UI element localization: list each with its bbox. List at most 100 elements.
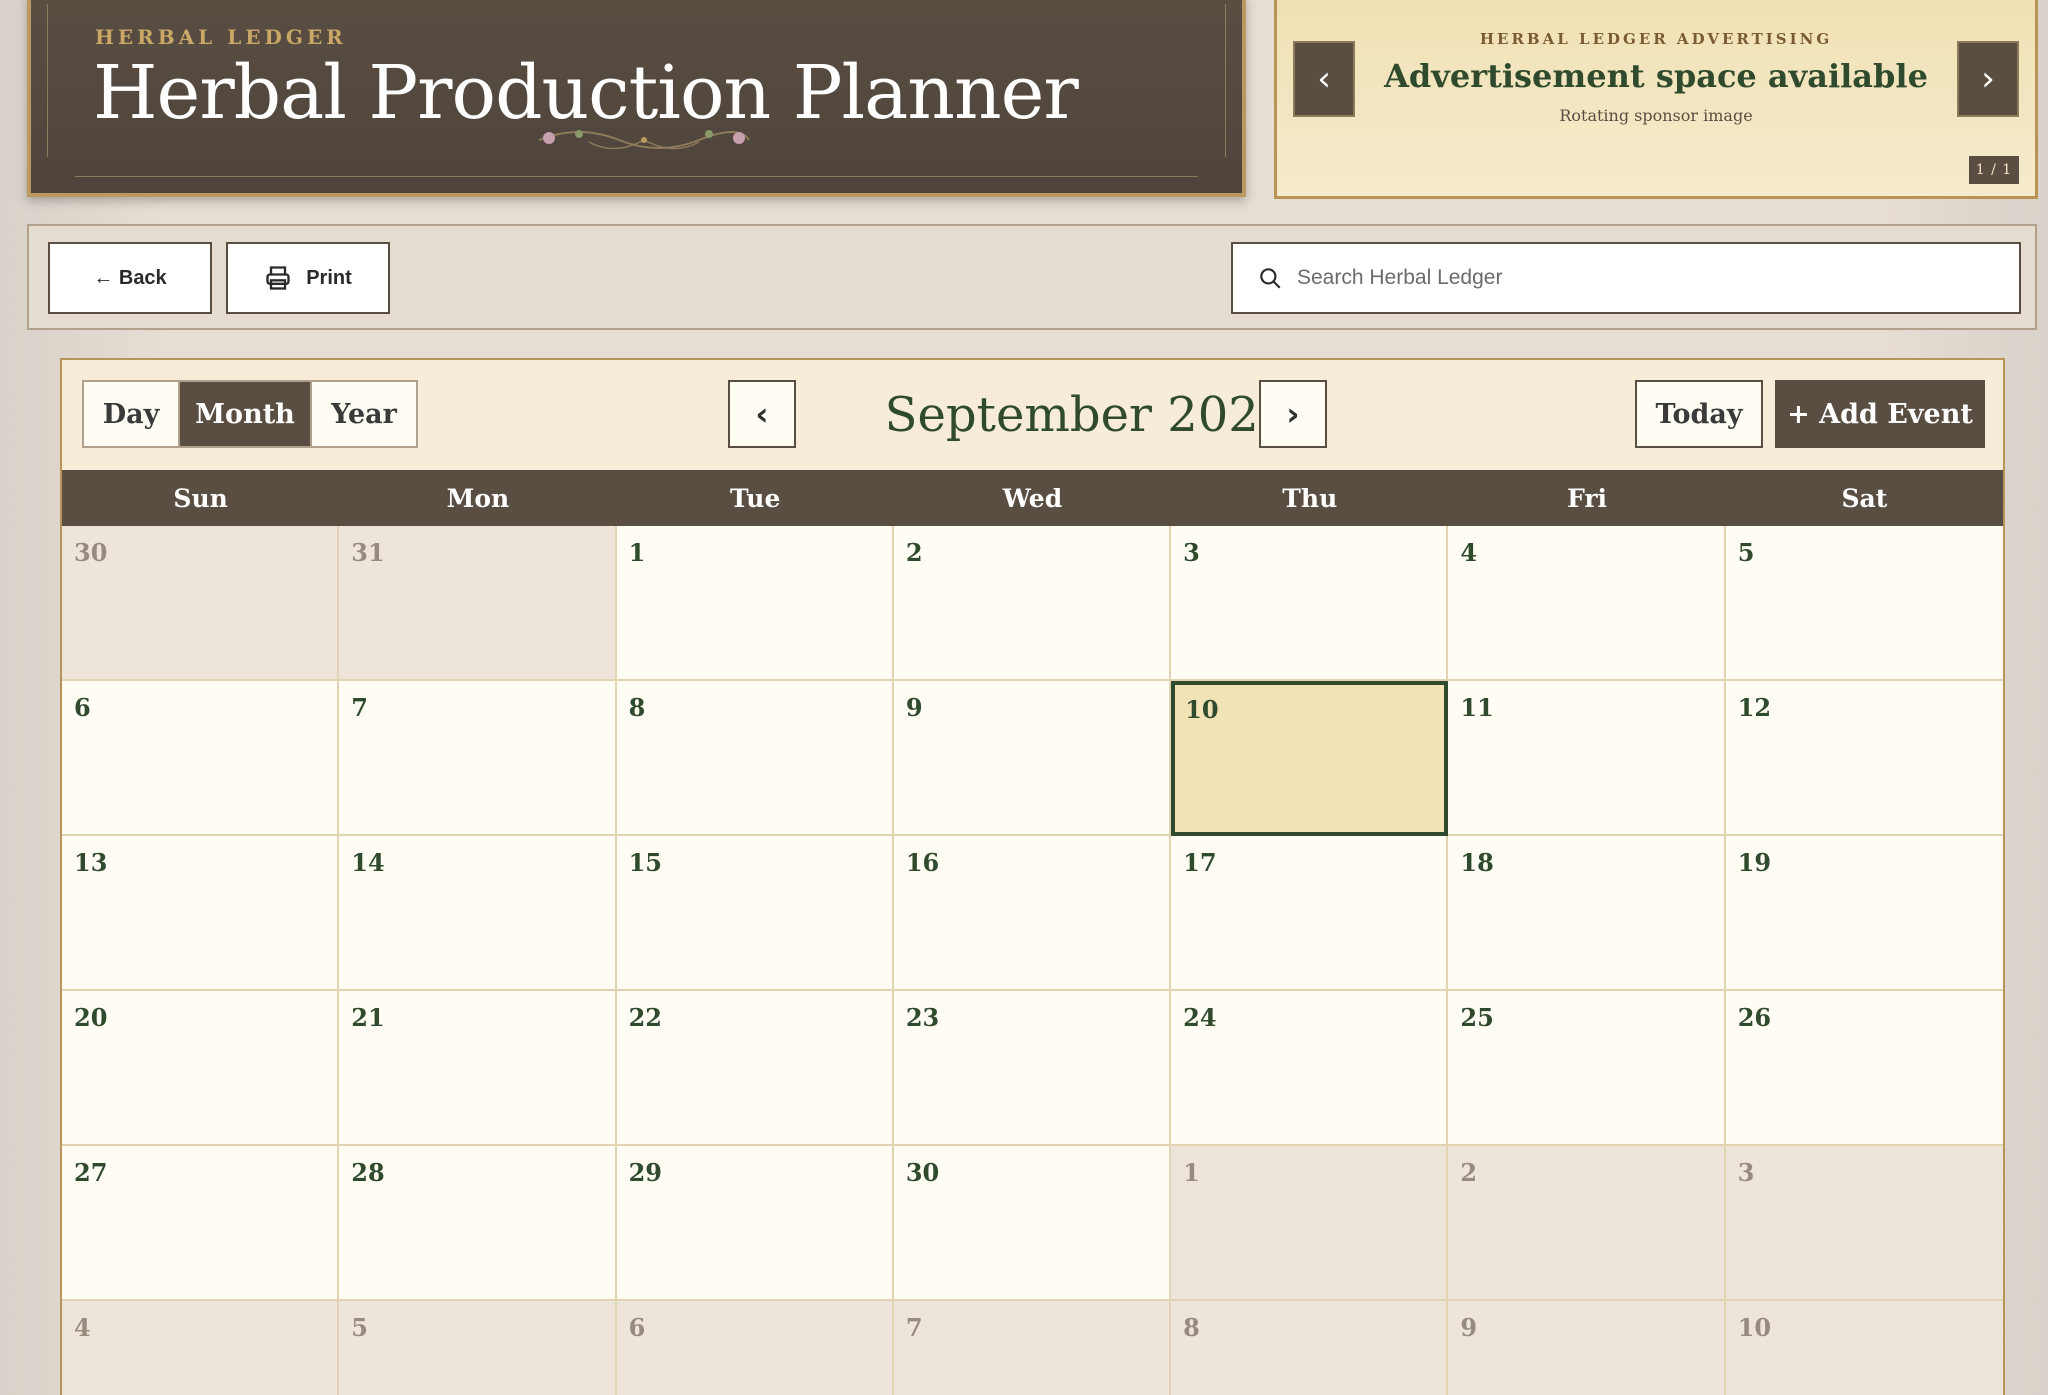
day-number: 30: [74, 538, 108, 567]
day-number: 31: [351, 538, 385, 567]
search-box[interactable]: [1231, 242, 2021, 314]
day-cell[interactable]: 30: [62, 526, 340, 681]
day-cell[interactable]: 4: [62, 1301, 340, 1395]
day-cell[interactable]: 9: [1448, 1301, 1726, 1395]
weekday-header: Sun Mon Tue Wed Thu Fri Sat: [62, 470, 2003, 526]
day-number: 29: [628, 1158, 662, 1187]
chevron-left-icon: ‹: [755, 395, 769, 433]
day-number: 5: [351, 1313, 368, 1342]
day-cell[interactable]: 28: [339, 1146, 617, 1301]
back-button[interactable]: ← Back: [48, 242, 212, 314]
day-number: 13: [74, 848, 108, 877]
day-number: 23: [905, 1003, 940, 1032]
ad-subtitle: Rotating sponsor image: [1559, 106, 1753, 125]
day-cell[interactable]: 7: [339, 681, 617, 836]
search-input[interactable]: [1297, 266, 1997, 290]
calendar: Day Month Year ‹ September 2026 › Today …: [60, 358, 2005, 1395]
day-cell[interactable]: 5: [1725, 526, 2003, 681]
day-cell[interactable]: 10: [1725, 1301, 2003, 1395]
day-number: 16: [905, 848, 940, 877]
day-cell[interactable]: 15: [616, 836, 894, 991]
day-number: 26: [1737, 1003, 1772, 1032]
banner-rule: [75, 176, 1198, 177]
day-cell[interactable]: 9: [893, 681, 1172, 836]
print-button-label: Print: [306, 266, 352, 289]
chevron-right-icon: ›: [1286, 395, 1300, 433]
day-cell[interactable]: 6: [62, 681, 340, 836]
day-cell[interactable]: 17: [1171, 836, 1449, 991]
day-cell[interactable]: 1: [616, 526, 894, 681]
day-cell[interactable]: 20: [62, 991, 340, 1146]
weekday-sun: Sun: [173, 483, 228, 513]
day-cell[interactable]: 12: [1725, 681, 2003, 836]
day-number: 30: [905, 1158, 940, 1187]
day-cell[interactable]: 26: [1725, 991, 2003, 1146]
day-number: 20: [74, 1003, 108, 1032]
day-cell[interactable]: 3: [1725, 1146, 2003, 1301]
day-cell[interactable]: 13: [62, 836, 340, 991]
day-number: 10: [1185, 695, 1219, 724]
day-number: 22: [628, 1003, 662, 1032]
today-button[interactable]: Today: [1635, 380, 1763, 448]
day-cell[interactable]: 29: [616, 1146, 894, 1301]
weekday-fri: Fri: [1567, 483, 1608, 513]
banner-kicker: HERBAL LEDGER: [95, 25, 347, 49]
toolbar: ← Back Print: [27, 224, 2037, 330]
ad-banner: ‹ HERBAL LEDGER ADVERTISING Advertisemen…: [1274, 0, 2038, 199]
day-cell[interactable]: 8: [1171, 1301, 1449, 1395]
day-cell[interactable]: 19: [1725, 836, 2003, 991]
day-cell[interactable]: 25: [1448, 991, 1726, 1146]
day-number: 28: [351, 1158, 385, 1187]
day-cell[interactable]: 6: [616, 1301, 894, 1395]
day-number: 12: [1737, 693, 1772, 722]
day-cell[interactable]: 23: [893, 991, 1172, 1146]
add-event-button[interactable]: + Add Event: [1775, 380, 1985, 448]
day-cell[interactable]: 5: [339, 1301, 617, 1395]
weekday-tue: Tue: [730, 483, 781, 513]
day-number: 7: [351, 693, 368, 722]
day-cell[interactable]: 31: [339, 526, 617, 681]
day-number: 18: [1460, 848, 1494, 877]
view-month-button[interactable]: Month: [178, 382, 310, 446]
day-cell[interactable]: 4: [1448, 526, 1726, 681]
day-cell[interactable]: 3: [1171, 526, 1449, 681]
day-cell[interactable]: 8: [616, 681, 894, 836]
day-number: 14: [351, 848, 385, 877]
prev-month-button[interactable]: ‹: [728, 380, 796, 448]
print-button[interactable]: Print: [226, 242, 390, 314]
back-button-label: ← Back: [93, 266, 167, 289]
day-cell[interactable]: 11: [1448, 681, 1726, 836]
day-number: 7: [905, 1313, 923, 1342]
day-number: 11: [1460, 693, 1494, 722]
day-number: 2: [1460, 1158, 1478, 1187]
view-year-button[interactable]: Year: [310, 382, 416, 446]
day-cell[interactable]: 1: [1171, 1146, 1449, 1301]
day-cell[interactable]: 14: [339, 836, 617, 991]
day-number: 3: [1737, 1158, 1755, 1187]
weekday-thu: Thu: [1282, 483, 1338, 513]
day-number: 1: [628, 538, 646, 567]
day-cell-today[interactable]: 10: [1171, 681, 1449, 836]
day-cell[interactable]: 18: [1448, 836, 1726, 991]
day-cell[interactable]: 30: [893, 1146, 1172, 1301]
next-month-button[interactable]: ›: [1259, 380, 1327, 448]
day-cell[interactable]: 7: [893, 1301, 1172, 1395]
day-cell[interactable]: 27: [62, 1146, 340, 1301]
ad-next-button[interactable]: ›: [1957, 41, 2019, 117]
day-number: 17: [1183, 848, 1217, 877]
day-number: 15: [628, 848, 662, 877]
day-cell[interactable]: 2: [893, 526, 1172, 681]
day-cell[interactable]: 22: [616, 991, 894, 1146]
view-day-button[interactable]: Day: [84, 382, 178, 446]
search-icon: [1260, 268, 1281, 289]
day-cell[interactable]: 2: [1448, 1146, 1726, 1301]
day-cell[interactable]: 16: [893, 836, 1172, 991]
day-number: 5: [1737, 538, 1755, 567]
day-number: 8: [628, 693, 646, 722]
ad-title[interactable]: Advertisement space available: [1277, 57, 2035, 95]
weekday-sat: Sat: [1841, 483, 1888, 513]
day-cell[interactable]: 21: [339, 991, 617, 1146]
day-cell[interactable]: 24: [1171, 991, 1449, 1146]
weekday-mon: Mon: [446, 483, 510, 513]
ad-kicker: HERBAL LEDGER ADVERTISING: [1479, 30, 1833, 48]
